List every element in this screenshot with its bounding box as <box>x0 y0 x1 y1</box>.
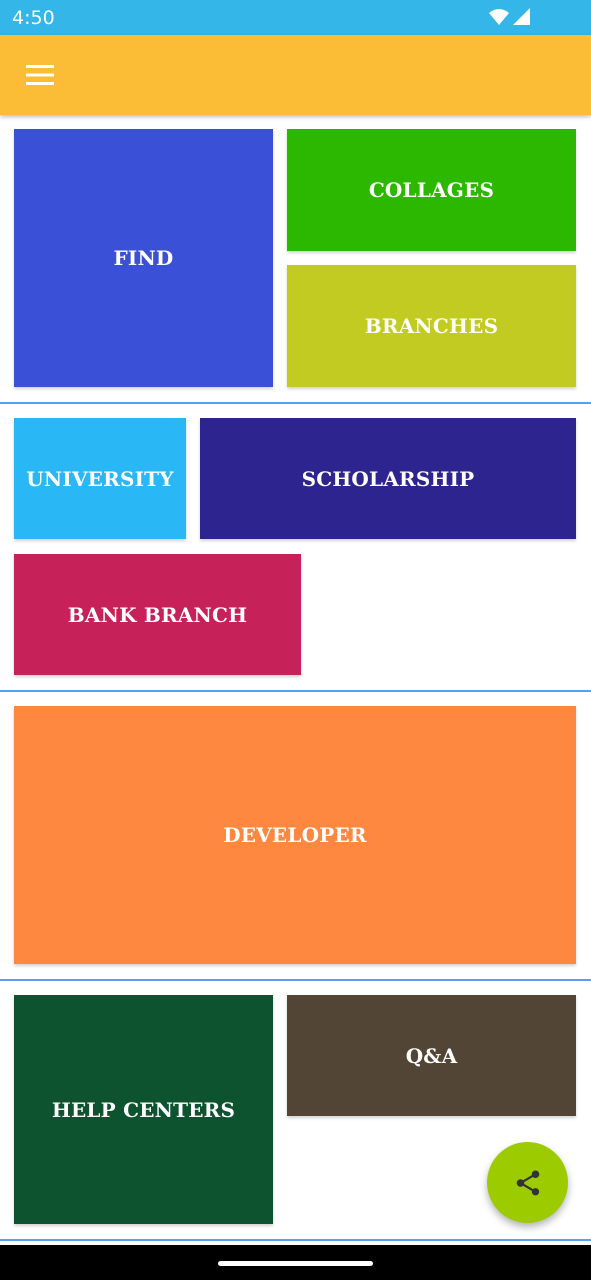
wifi-icon <box>489 9 509 25</box>
app-bar <box>0 35 591 115</box>
collages-tile[interactable]: COLLAGES <box>287 129 576 251</box>
status-icons <box>489 7 531 27</box>
university-label: UNIVERSITY <box>26 466 174 491</box>
section-divider <box>0 979 591 981</box>
section-divider <box>0 1239 591 1241</box>
share-button[interactable] <box>487 1142 568 1223</box>
status-time: 4:50 <box>12 7 55 29</box>
help-centers-tile[interactable]: HELP CENTERS <box>14 995 273 1224</box>
developer-label: DEVELOPER <box>223 823 367 847</box>
home-indicator[interactable] <box>218 1261 373 1266</box>
find-label: FIND <box>113 246 174 270</box>
signal-icon <box>513 8 530 25</box>
share-icon <box>516 1170 539 1195</box>
menu-button[interactable] <box>16 57 64 93</box>
hamburger-menu-icon <box>26 65 54 85</box>
qa-label: Q&A <box>405 1043 458 1068</box>
developer-tile[interactable]: DEVELOPER <box>14 706 576 964</box>
find-tile[interactable]: FIND <box>14 129 273 387</box>
branches-label: BRANCHES <box>364 314 499 338</box>
section-divider <box>0 402 591 404</box>
status-bar: 4:50 <box>0 0 591 35</box>
qa-tile[interactable]: Q&A <box>287 995 576 1116</box>
university-tile[interactable]: UNIVERSITY <box>14 418 186 539</box>
bank-branch-tile[interactable]: BANK BRANCH <box>14 554 301 675</box>
collages-label: COLLAGES <box>368 178 495 202</box>
bank-branch-label: BANK BRANCH <box>67 602 248 627</box>
help-centers-label: HELP CENTERS <box>51 1097 236 1122</box>
scholarship-tile[interactable]: SCHOLARSHIP <box>200 418 576 539</box>
scholarship-label: SCHOLARSHIP <box>301 466 475 491</box>
branches-tile[interactable]: BRANCHES <box>287 265 576 387</box>
section-divider <box>0 690 591 692</box>
